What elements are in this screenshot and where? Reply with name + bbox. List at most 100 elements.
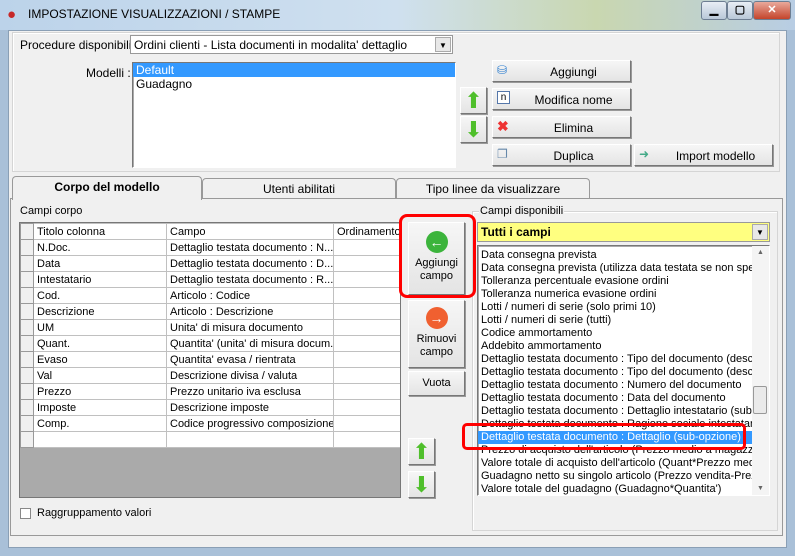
available-field-item[interactable]: Dettaglio testata documento : Tipo del d… (478, 353, 752, 366)
available-field-item[interactable]: Tolleranza numerica evasione ordini (478, 288, 752, 301)
table-row[interactable]: UM Unita' di misura documento (20, 319, 400, 336)
tab-utenti-abilitati[interactable]: Utenti abilitati (202, 178, 396, 199)
table-cell[interactable]: Evaso (33, 351, 167, 368)
table-row[interactable]: Data Dettaglio testata documento : D... (20, 255, 400, 272)
scroll-thumb[interactable] (753, 386, 767, 414)
row-selector[interactable] (20, 383, 34, 400)
table-cell[interactable] (333, 335, 400, 352)
chevron-down-icon[interactable]: ▼ (435, 37, 451, 52)
table-cell[interactable]: Descrizione divisa / valuta (166, 367, 334, 384)
move-model-down-button[interactable]: ⬇ (460, 116, 487, 143)
table-cell[interactable] (333, 351, 400, 368)
add-model-button[interactable]: ⛁ Aggiungi (492, 60, 631, 82)
table-cell[interactable]: UM (33, 319, 167, 336)
table-cell[interactable] (333, 415, 400, 432)
filter-select[interactable]: Tutti i campi ▼ (477, 222, 770, 242)
column-header[interactable]: Titolo colonna (33, 223, 167, 240)
duplicate-model-button[interactable]: ❐ Duplica (492, 144, 631, 166)
table-cell[interactable]: Articolo : Descrizione (166, 303, 334, 320)
table-cell[interactable] (333, 271, 400, 288)
row-selector[interactable] (20, 367, 34, 384)
table-cell[interactable]: Descrizione imposte (166, 399, 334, 416)
available-fields-list[interactable]: Data consegna prevista Data consegna prev… (477, 245, 770, 496)
procedure-select[interactable]: Ordini clienti - Lista documenti in moda… (130, 35, 453, 54)
table-cell[interactable]: N.Doc. (33, 239, 167, 256)
close-button[interactable]: ✕ (753, 1, 791, 20)
modello-item[interactable]: Default (133, 63, 455, 77)
table-row[interactable]: Cod. Articolo : Codice (20, 287, 400, 304)
row-selector[interactable] (20, 319, 34, 336)
table-cell[interactable]: Codice progressivo composizione (166, 415, 334, 432)
table-cell[interactable] (333, 287, 400, 304)
table-cell[interactable]: Intestatario (33, 271, 167, 288)
row-selector[interactable] (20, 271, 34, 288)
row-selector[interactable] (20, 431, 34, 448)
row-selector[interactable] (20, 399, 34, 416)
column-header[interactable]: Ordinamento (333, 223, 400, 240)
table-cell[interactable]: Cod. (33, 287, 167, 304)
scrollbar[interactable]: ▲ ▼ (752, 246, 769, 495)
table-cell[interactable]: Imposte (33, 399, 167, 416)
available-field-item[interactable]: Dettaglio testata documento : Tipo del d… (478, 366, 752, 379)
tab-corpo-del-modello[interactable]: Corpo del modello (12, 176, 202, 200)
scroll-down-icon[interactable]: ▼ (757, 485, 764, 492)
table-cell[interactable]: Quant. (33, 335, 167, 352)
table-cell[interactable] (333, 239, 400, 256)
table-cell[interactable]: Quantita' (unita' di misura docum... (166, 335, 334, 352)
table-cell[interactable]: Prezzo unitario iva esclusa (166, 383, 334, 400)
table-row[interactable]: Quant. Quantita' (unita' di misura docum.… (20, 335, 400, 352)
table-cell[interactable]: Val (33, 367, 167, 384)
maximize-button[interactable]: ▢ (727, 1, 753, 20)
table-cell[interactable]: Comp. (33, 415, 167, 432)
move-field-down-button[interactable]: ⬇ (408, 471, 435, 498)
available-field-item[interactable]: Valore totale del guadagno (Guadagno*Qua… (478, 483, 752, 495)
row-selector[interactable] (20, 239, 34, 256)
table-row[interactable]: Comp. Codice progressivo composizione (20, 415, 400, 432)
table-row[interactable]: Imposte Descrizione imposte (20, 399, 400, 416)
table-cell[interactable]: Dettaglio testata documento : N... (166, 239, 334, 256)
row-selector[interactable] (20, 351, 34, 368)
table-row[interactable] (20, 431, 400, 448)
table-cell[interactable]: Dettaglio testata documento : D... (166, 255, 334, 272)
row-selector[interactable] (20, 415, 34, 432)
scroll-up-icon[interactable]: ▲ (757, 249, 764, 256)
delete-model-button[interactable]: ✖ Elimina (492, 116, 631, 138)
available-field-item[interactable]: Guadagno netto su singolo articolo (Prez… (478, 470, 752, 483)
table-cell[interactable] (333, 255, 400, 272)
table-cell[interactable]: Descrizione (33, 303, 167, 320)
table-row[interactable]: Descrizione Articolo : Descrizione (20, 303, 400, 320)
row-selector[interactable] (20, 287, 34, 304)
available-field-item[interactable]: Dettaglio testata documento : Numero del… (478, 379, 752, 392)
table-row[interactable]: Val Descrizione divisa / valuta (20, 367, 400, 384)
table-cell[interactable] (333, 367, 400, 384)
grouping-checkbox[interactable] (20, 508, 31, 519)
rename-model-button[interactable]: n Modifica nome (492, 88, 631, 110)
minimize-button[interactable]: ▁ (701, 1, 727, 20)
available-field-item[interactable]: Lotti / numeri di serie (tutti) (478, 314, 752, 327)
modello-item[interactable]: Guadagno (133, 77, 455, 91)
move-field-up-button[interactable]: ⬆ (408, 438, 435, 465)
row-selector[interactable] (20, 335, 34, 352)
import-model-button[interactable]: ➜ Import modello (634, 144, 773, 166)
table-cell[interactable]: Prezzo (33, 383, 167, 400)
row-selector[interactable] (20, 255, 34, 272)
empty-button[interactable]: Vuota (408, 371, 465, 396)
table-cell[interactable]: Dettaglio testata documento : R... (166, 271, 334, 288)
table-cell[interactable] (333, 303, 400, 320)
table-cell[interactable] (333, 319, 400, 336)
available-field-item[interactable]: Valore totale di acquisto dell'articolo … (478, 457, 752, 470)
chevron-down-icon[interactable]: ▼ (752, 224, 768, 240)
table-cell[interactable]: Articolo : Codice (166, 287, 334, 304)
available-field-item[interactable]: Tolleranza percentuale evasione ordini (478, 275, 752, 288)
table-row[interactable]: N.Doc. Dettaglio testata documento : N... (20, 239, 400, 256)
table-cell[interactable] (333, 383, 400, 400)
available-field-item[interactable]: Dettaglio testata documento : Data del d… (478, 392, 752, 405)
table-cell[interactable] (166, 431, 334, 448)
move-model-up-button[interactable]: ⬆ (460, 87, 487, 114)
column-header[interactable]: Campo (166, 223, 334, 240)
table-cell[interactable] (33, 431, 167, 448)
available-field-item[interactable]: Lotti / numeri di serie (solo primi 10) (478, 301, 752, 314)
available-field-item[interactable]: Codice ammortamento (478, 327, 752, 340)
table-cell[interactable]: Unita' di misura documento (166, 319, 334, 336)
table-cell[interactable]: Quantita' evasa / rientrata (166, 351, 334, 368)
